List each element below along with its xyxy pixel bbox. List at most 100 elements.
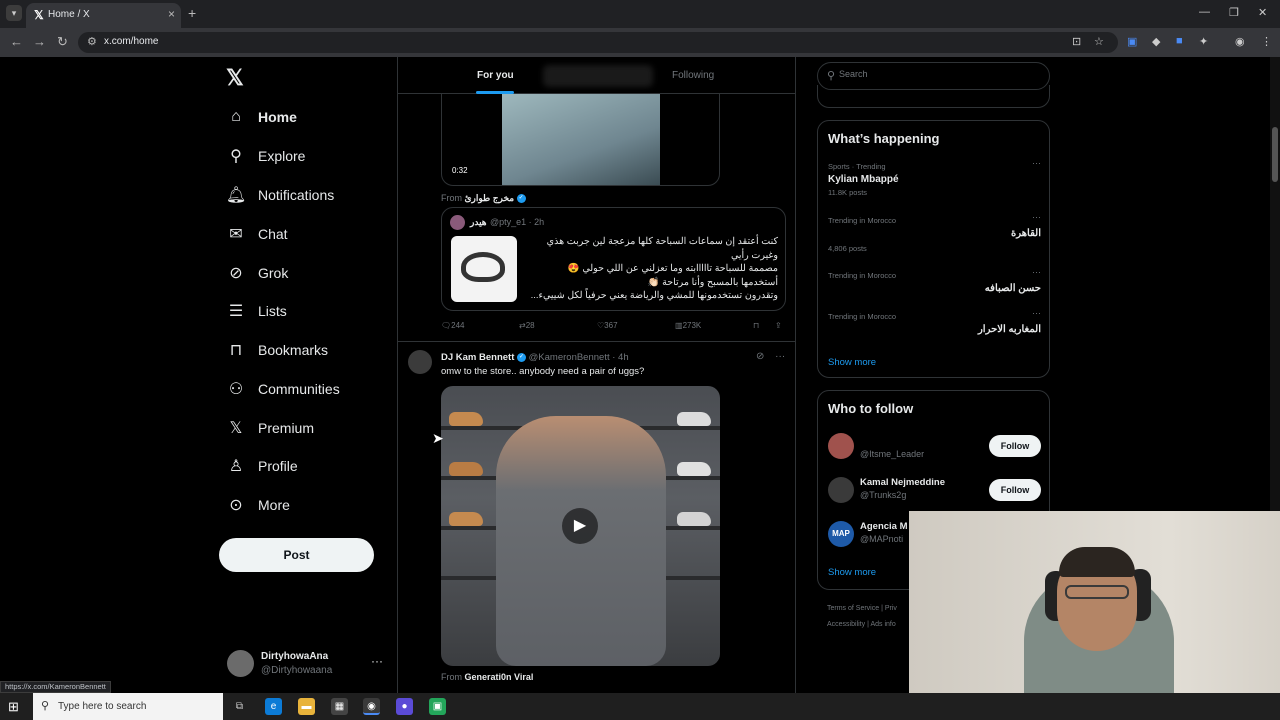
trend-count: 11.8K posts <box>828 188 868 197</box>
x-icon: 𝕏 <box>229 420 243 437</box>
quote-author-handle: @pty_e1 · 2h <box>490 217 545 227</box>
extensions-puzzle-icon[interactable]: ✦ <box>1199 35 1208 48</box>
account-handle: @Dirtyhowaana <box>261 665 333 676</box>
grok-icon[interactable]: ⊘ <box>756 351 764 362</box>
windows-taskbar: ⊞ ⚲ Type here to search ⧉ e ▬ ▦ ◉ ● ▣ <box>0 693 1280 720</box>
sidebar-item-label: Premium <box>258 420 315 436</box>
suggestion-handle: @Trunks2g <box>860 490 907 500</box>
sidebar-item-more[interactable]: ⊙ More <box>227 490 290 520</box>
video-thumbnail <box>502 94 660 185</box>
tab-following[interactable]: Following <box>672 70 714 81</box>
store-icon[interactable]: ▦ <box>331 698 348 715</box>
site-info-icon[interactable]: ⚙ <box>87 35 97 48</box>
post-button[interactable]: Post <box>219 538 374 572</box>
reload-icon[interactable]: ↻ <box>57 34 68 50</box>
forward-icon[interactable]: → <box>33 34 46 49</box>
repost-button[interactable]: ⇄ 28 <box>519 321 535 330</box>
edge-icon[interactable]: e <box>265 698 282 715</box>
extension-blue-icon[interactable]: ■ <box>1176 35 1183 47</box>
footer-links[interactable]: Terms of Service | Priv <box>827 605 897 612</box>
sidebar-item-label: Lists <box>258 303 287 319</box>
translate-extension-icon[interactable]: ▣ <box>1127 35 1137 48</box>
follow-suggestion[interactable]: @Itsme_Leader Follow <box>828 433 1041 463</box>
quoted-tweet[interactable]: هيدر @pty_e1 · 2h كنت أعتقد إن سماعات ال… <box>441 207 786 311</box>
follow-button[interactable]: Follow <box>989 479 1041 501</box>
more-icon[interactable]: ··· <box>775 351 785 362</box>
tab-search-button[interactable]: ▾ <box>6 5 22 21</box>
more-icon[interactable]: ··· <box>1032 158 1041 168</box>
play-icon[interactable]: ▶ <box>562 508 598 544</box>
show-more-link[interactable]: Show more <box>828 357 876 368</box>
scrollbar-thumb[interactable] <box>1272 127 1278 182</box>
video-source[interactable]: From مخرج طوارئ ✓ <box>441 193 526 204</box>
tweet-header: DJ Kam Bennett ✓ @KameronBennett · 4h <box>441 352 629 363</box>
sidebar-item-grok[interactable]: ⊘ Grok <box>227 258 288 288</box>
suggestion-name: Kamal Nejmeddine <box>860 477 945 488</box>
video-duration: 0:32 <box>452 166 468 175</box>
trend-item[interactable]: Trending in Morocco ··· المغاربه الاحرار <box>828 308 1041 337</box>
more-icon[interactable]: ··· <box>1032 212 1041 222</box>
sidebar-item-chat[interactable]: ✉ Chat <box>227 219 287 249</box>
browser-menu-icon[interactable]: ⋮ <box>1261 35 1272 48</box>
new-tab-icon[interactable]: + <box>188 5 196 21</box>
minimize-icon[interactable]: — <box>1199 6 1210 18</box>
trend-topic: حسن الصبافه <box>984 283 1041 294</box>
sidebar-item-profile[interactable]: ♙ Profile <box>227 451 298 481</box>
restore-icon[interactable]: ❐ <box>1229 6 1239 19</box>
profile-icon[interactable]: ◉ <box>1235 35 1245 48</box>
tweet-video[interactable]: 0:32 <box>441 94 720 186</box>
shoe <box>449 462 483 476</box>
share-icon[interactable]: ⇪ <box>775 321 782 330</box>
author-handle[interactable]: @KameronBennett · 4h <box>529 352 629 363</box>
like-button[interactable]: ♡ 367 <box>597 321 618 330</box>
reply-button[interactable]: 🗨︎ 244 <box>441 321 465 330</box>
x-favicon-icon: 𝕏 <box>34 8 44 22</box>
taskbar-search[interactable]: ⚲ Type here to search <box>33 693 223 720</box>
install-app-icon[interactable]: ⊡ <box>1072 35 1081 48</box>
close-window-icon[interactable]: ✕ <box>1258 6 1267 19</box>
trend-item[interactable]: Trending in Morocco ··· حسن الصبافه <box>828 267 1041 296</box>
bookmark-star-icon[interactable]: ☆ <box>1094 35 1104 48</box>
views-button[interactable]: ▥ 273K <box>675 321 701 330</box>
browser-tab[interactable]: 𝕏 Home / X × <box>26 3 181 28</box>
app-green-icon[interactable]: ▣ <box>429 698 446 715</box>
browser-toolbar: ← → ↻ ⚙ x.com/home ⊡ ☆ ▣ ◆ ■ ✦ ◉ ⋮ <box>0 28 1280 57</box>
sidebar-item-label: Bookmarks <box>258 342 329 358</box>
trend-topic: المغاربه الاحرار <box>977 324 1041 335</box>
search-input[interactable] <box>839 69 1039 79</box>
show-more-link[interactable]: Show more <box>828 567 876 578</box>
tweet-video[interactable]: ▶ <box>441 386 720 666</box>
task-view-icon[interactable]: ⧉ <box>231 698 248 715</box>
sidebar-item-home[interactable]: ⌂ Home <box>227 102 297 132</box>
avatar[interactable] <box>408 350 432 374</box>
sidebar-item-bookmarks[interactable]: ⊓ Bookmarks <box>227 335 328 365</box>
file-explorer-icon[interactable]: ▬ <box>298 698 315 715</box>
back-icon[interactable]: ← <box>10 34 23 49</box>
sidebar-item-notifications[interactable]: 🔔︎ Notifications <box>226 180 334 210</box>
more-icon[interactable]: ··· <box>371 654 383 668</box>
address-bar[interactable]: ⚙ x.com/home <box>78 32 1118 53</box>
trend-item[interactable]: Trending in Morocco ··· القاهرة 4,806 po… <box>828 212 1041 256</box>
sidebar-item-lists[interactable]: ☰ Lists <box>227 296 287 326</box>
recorder-app-icon[interactable]: ● <box>396 698 413 715</box>
trend-item[interactable]: Sports · Trending ··· Kylian Mbappé 11.8… <box>828 158 1041 197</box>
sidebar-item-explore[interactable]: ⚲ Explore <box>227 141 305 171</box>
sidebar-item-premium[interactable]: 𝕏 Premium <box>227 413 314 443</box>
sidebar-item-communities[interactable]: ⚇ Communities <box>227 374 340 404</box>
footer-links[interactable]: Accessibility | Ads info <box>827 621 896 628</box>
more-icon[interactable]: ··· <box>1032 267 1041 277</box>
follow-button[interactable]: Follow <box>989 435 1041 457</box>
x-logo-icon[interactable]: 𝕏 <box>226 65 244 91</box>
windows-start-icon[interactable]: ⊞ <box>8 699 19 715</box>
video-source[interactable]: From Generati0n Viral <box>441 672 533 682</box>
follow-suggestion[interactable]: Kamal Nejmeddine @Trunks2g Follow <box>828 477 1041 507</box>
bookmark-icon[interactable]: ⊓ <box>753 321 759 330</box>
more-icon[interactable]: ··· <box>1032 308 1041 318</box>
tab-for-you[interactable]: For you <box>477 70 514 81</box>
author-name[interactable]: DJ Kam Bennett <box>441 352 514 363</box>
chrome-icon[interactable]: ◉ <box>363 698 380 715</box>
extension-diamond-icon[interactable]: ◆ <box>1152 35 1160 48</box>
from-name: مخرج طوارئ <box>464 193 515 203</box>
close-tab-icon[interactable]: × <box>168 7 175 21</box>
avatar <box>450 215 465 230</box>
